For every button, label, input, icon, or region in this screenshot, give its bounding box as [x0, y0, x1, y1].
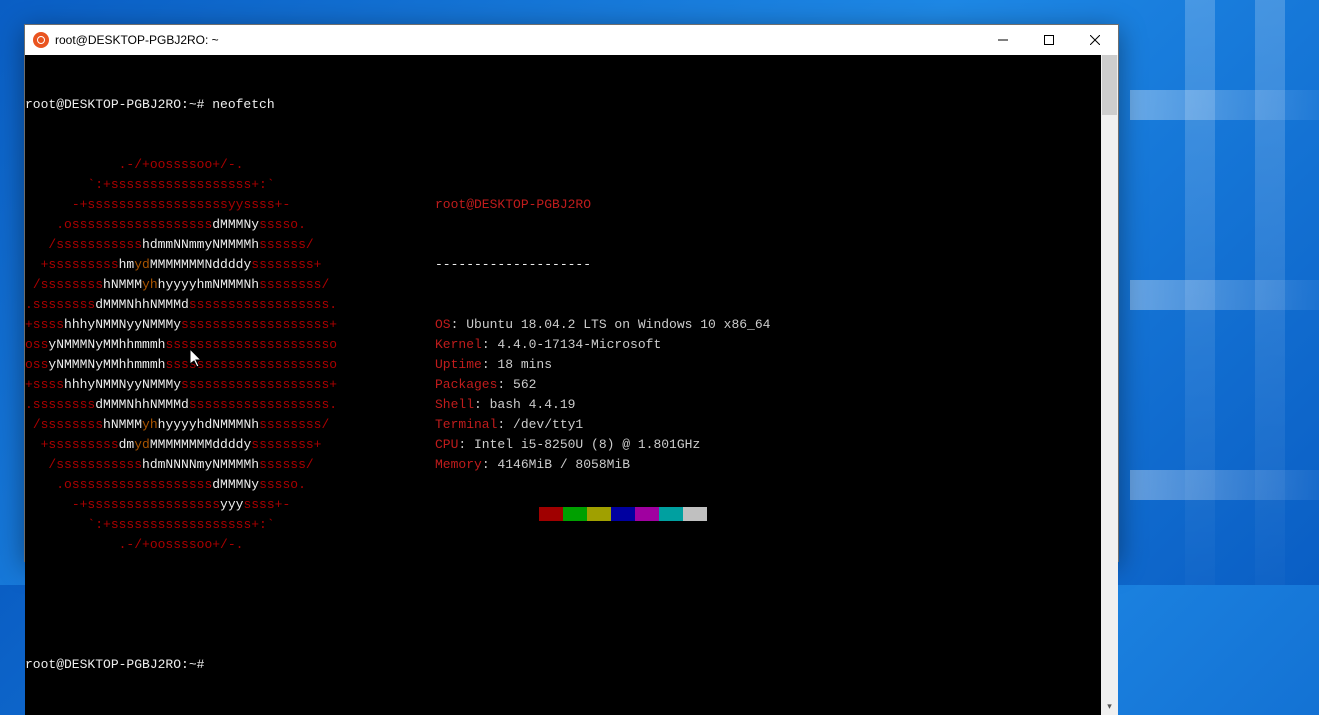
logo-line: +sssshhhyNMMNyyNMMMysssssssssssssssssss+: [25, 315, 415, 335]
info-row: Terminal: /dev/tty1: [435, 415, 1101, 435]
terminal-output[interactable]: root@DESKTOP-PGBJ2RO:~# neofetch .-/+oos…: [25, 55, 1101, 715]
logo-line: /ssssssssssshdmNNNNmyNMMMMhssssss/: [25, 455, 415, 475]
color-swatch: [587, 507, 611, 521]
terminal-window: root@DESKTOP-PGBJ2RO: ~ root@DESKTOP-PGB…: [24, 24, 1119, 562]
logo-line: .-/+oossssoo+/-.: [25, 155, 415, 175]
logo-line: -+ssssssssssssssssssyyssss+-: [25, 195, 415, 215]
prompt-line: root@DESKTOP-PGBJ2RO:~# neofetch: [25, 95, 1101, 115]
logo-line: +sssshhhyNMMNyyNMMMysssssssssssssssssss+: [25, 375, 415, 395]
logo-line: /sssssssshNMMMyhhyyyyhdNMMMNhssssssss/: [25, 415, 415, 435]
scrollbar-thumb[interactable]: [1102, 55, 1117, 115]
ubuntu-icon: [33, 32, 49, 48]
logo-line: /ssssssssssshdmmNNmmyNMMMMhssssss/: [25, 235, 415, 255]
info-row: Uptime: 18 mins: [435, 355, 1101, 375]
color-swatch: [635, 507, 659, 521]
logo-line: /sssssssshNMMMyhhyyyyhmNMMMNhssssssss/: [25, 275, 415, 295]
color-swatch: [539, 507, 563, 521]
logo-line: -+sssssssssssssssssyyyssss+-: [25, 495, 415, 515]
maximize-button[interactable]: [1026, 25, 1072, 55]
info-row: Kernel: 4.4.0-17134-Microsoft: [435, 335, 1101, 355]
logo-line: `:+ssssssssssssssssss+:`: [25, 515, 415, 535]
logo-line: +ssssssssshmydMMMMMMMNddddyssssssss+: [25, 255, 415, 275]
logo-line: .ssssssssdMMMNhhNMMMdssssssssssssssssss.: [25, 295, 415, 315]
info-row: Packages: 562: [435, 375, 1101, 395]
minimize-button[interactable]: [980, 25, 1026, 55]
logo-line: .ossssssssssssssssssdMMMNysssso.: [25, 215, 415, 235]
prompt-line-2: root@DESKTOP-PGBJ2RO:~#: [25, 655, 1101, 675]
logo-line: ossyNMMMNyMMhhmmmhssssssssssssssssssssso: [25, 335, 415, 355]
titlebar[interactable]: root@DESKTOP-PGBJ2RO: ~: [25, 25, 1118, 55]
info-row: OS: Ubuntu 18.04.2 LTS on Windows 10 x86…: [435, 315, 1101, 335]
info-divider: --------------------: [435, 255, 1101, 275]
info-row: Memory: 4146MiB / 8058MiB: [435, 455, 1101, 475]
logo-line: +sssssssssdmydMMMMMMMMddddyssssssss+: [25, 435, 415, 455]
color-swatch: [683, 507, 707, 521]
logo-line: .-/+oossssoo+/-.: [25, 535, 415, 555]
logo-line: `:+ssssssssssssssssss+:`: [25, 175, 415, 195]
info-row: Shell: bash 4.4.19: [435, 395, 1101, 415]
scrollbar[interactable]: ▾: [1101, 55, 1118, 715]
color-swatch: [563, 507, 587, 521]
ascii-logo: .-/+oossssoo+/-. `:+ssssssssssssssssss+:…: [25, 155, 415, 555]
logo-line: .ssssssssdMMMNhhNMMMdssssssssssssssssss.: [25, 395, 415, 415]
info-row: CPU: Intel i5-8250U (8) @ 1.801GHz: [435, 435, 1101, 455]
color-swatch: [611, 507, 635, 521]
color-swatch: [659, 507, 683, 521]
system-info: root@DESKTOP-PGBJ2RO -------------------…: [415, 155, 1101, 555]
info-header: root@DESKTOP-PGBJ2RO: [435, 195, 1101, 215]
window-title: root@DESKTOP-PGBJ2RO: ~: [55, 33, 980, 47]
color-swatches: [539, 507, 707, 521]
logo-line: .ossssssssssssssssssdMMMNysssso.: [25, 475, 415, 495]
close-button[interactable]: [1072, 25, 1118, 55]
logo-line: ossyNMMMNyMMhhmmmhssssssssssssssssssssso: [25, 355, 415, 375]
scrollbar-down-arrow[interactable]: ▾: [1101, 698, 1118, 715]
